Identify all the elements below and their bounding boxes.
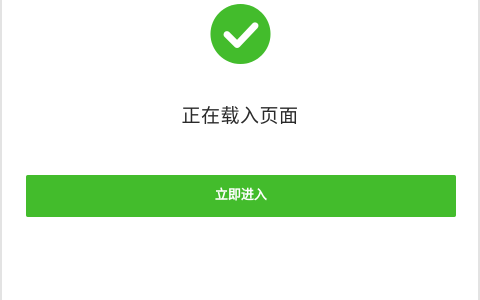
loading-message: 正在载入页面: [181, 105, 299, 127]
loading-screen: 正在载入页面 立即进入: [0, 0, 480, 300]
enter-now-button[interactable]: 立即进入: [26, 175, 456, 217]
left-border: [0, 0, 2, 300]
check-circle-icon: [208, 3, 273, 65]
